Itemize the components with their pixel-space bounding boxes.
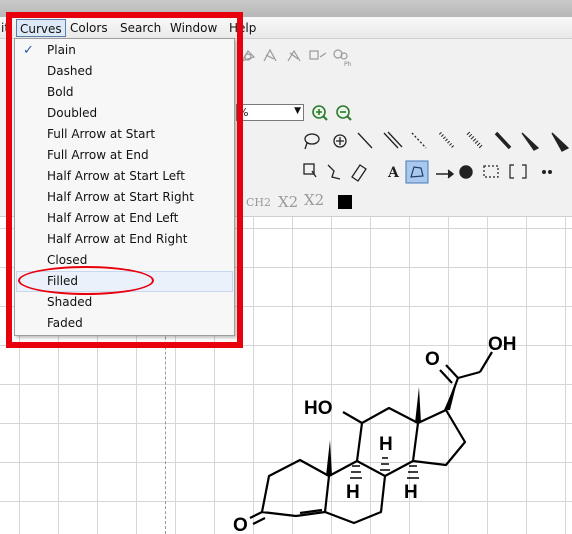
- menu-item-half-arrow-start-left[interactable]: Half Arrow at Start Left: [16, 166, 233, 187]
- charge-dots-icon[interactable]: [542, 170, 562, 174]
- center-target-icon[interactable]: [333, 134, 347, 148]
- color-swatch[interactable]: [338, 195, 352, 209]
- subscript-button[interactable]: X2: [278, 193, 298, 211]
- rings-tool-icon[interactable]: [405, 160, 429, 184]
- chevron-down-icon: ▼: [294, 106, 301, 116]
- single-bond-icon[interactable]: [357, 132, 373, 149]
- hydrogen-14-label: H: [404, 482, 418, 503]
- hashed-wedge-icon[interactable]: [466, 131, 484, 150]
- eraser-icon[interactable]: [351, 164, 367, 182]
- lasso-icon[interactable]: [304, 133, 320, 150]
- bold-bond-icon[interactable]: [494, 131, 512, 150]
- checkmark-icon: ✓: [23, 43, 34, 58]
- menu-item-half-arrow-end-right[interactable]: Half Arrow at End Right: [16, 229, 233, 250]
- chain-icon[interactable]: [327, 164, 341, 180]
- methyl-wedge-10: [326, 440, 332, 476]
- menu-item-full-arrow-start[interactable]: Full Arrow at Start: [16, 124, 233, 145]
- menu-item-doubled[interactable]: Doubled: [16, 103, 233, 124]
- dashed-box-icon[interactable]: [483, 165, 499, 178]
- menu-item-half-arrow-end-left[interactable]: Half Arrow at End Left: [16, 208, 233, 229]
- menu-item-faded[interactable]: Faded: [16, 313, 233, 334]
- double-bond-icon[interactable]: [383, 131, 403, 149]
- hydrogen-9-label: H: [346, 482, 360, 503]
- hashed-bond-icon[interactable]: [438, 131, 456, 150]
- hydroxymethyl-label: OH: [488, 334, 517, 355]
- ph-label: Ph: [344, 61, 352, 67]
- menu-item-label: Plain: [47, 43, 76, 57]
- menu-item-closed[interactable]: Closed: [16, 250, 233, 271]
- ketone-oxygen-label: O: [425, 349, 440, 370]
- oxygen-3-label: O: [233, 515, 248, 534]
- arrow-tool-icon[interactable]: [436, 169, 455, 179]
- orbital-tool-icon[interactable]: [459, 165, 473, 179]
- menu-edit-partial[interactable]: it: [0, 19, 12, 37]
- drawing-tools-row2: A: [303, 160, 562, 184]
- menu-item-shaded[interactable]: Shaded: [16, 292, 233, 313]
- zoom-buttons: [312, 105, 352, 121]
- hydroxyl-11-label: HO: [304, 398, 333, 419]
- ch2-subscript-button[interactable]: CH2: [246, 196, 271, 209]
- menu-search[interactable]: Search: [117, 19, 164, 37]
- title-bar: [0, 0, 572, 17]
- text-tool-icon[interactable]: A: [387, 165, 400, 181]
- zoom-combo[interactable]: % ▼: [236, 104, 304, 121]
- menu-item-full-arrow-end[interactable]: Full Arrow at End: [16, 145, 233, 166]
- menu-item-plain[interactable]: ✓ Plain: [16, 40, 233, 61]
- menu-bar: it Curves Colors Search Window Help: [0, 17, 572, 39]
- menu-item-dashed[interactable]: Dashed: [16, 61, 233, 82]
- superscript-button[interactable]: X2: [304, 191, 324, 209]
- brackets-icon[interactable]: [509, 164, 527, 179]
- wedge-bond-icon[interactable]: [521, 132, 540, 151]
- hydrogen-8-label: H: [379, 434, 393, 455]
- zoom-value: %: [238, 106, 249, 119]
- dashed-bond-icon[interactable]: [411, 132, 427, 149]
- menu-item-bold[interactable]: Bold: [16, 82, 233, 103]
- menu-item-half-arrow-start-right[interactable]: Half Arrow at Start Right: [16, 187, 233, 208]
- menu-window[interactable]: Window: [167, 19, 220, 37]
- text-format-tools: CH2 X2 X2: [236, 191, 366, 213]
- bold-wedge-icon[interactable]: [551, 132, 570, 152]
- zoom-out-icon[interactable]: [336, 105, 352, 121]
- steroid-structure[interactable]: O OH HO H H H O: [230, 320, 572, 534]
- drawing-tools-row1: [304, 131, 570, 152]
- menu-curves[interactable]: Curves: [16, 19, 66, 37]
- template-tools-icon[interactable]: Ph: [236, 45, 366, 67]
- menu-item-filled[interactable]: Filled: [16, 271, 233, 292]
- methyl-wedge-13: [415, 387, 421, 423]
- zoom-in-icon[interactable]: [312, 105, 328, 121]
- marquee-select-icon[interactable]: [303, 163, 317, 178]
- menu-colors[interactable]: Colors: [67, 19, 111, 37]
- curves-dropdown-menu: ✓ Plain Dashed Bold Doubled Full Arrow a…: [14, 38, 235, 336]
- menu-help[interactable]: Help: [226, 19, 259, 37]
